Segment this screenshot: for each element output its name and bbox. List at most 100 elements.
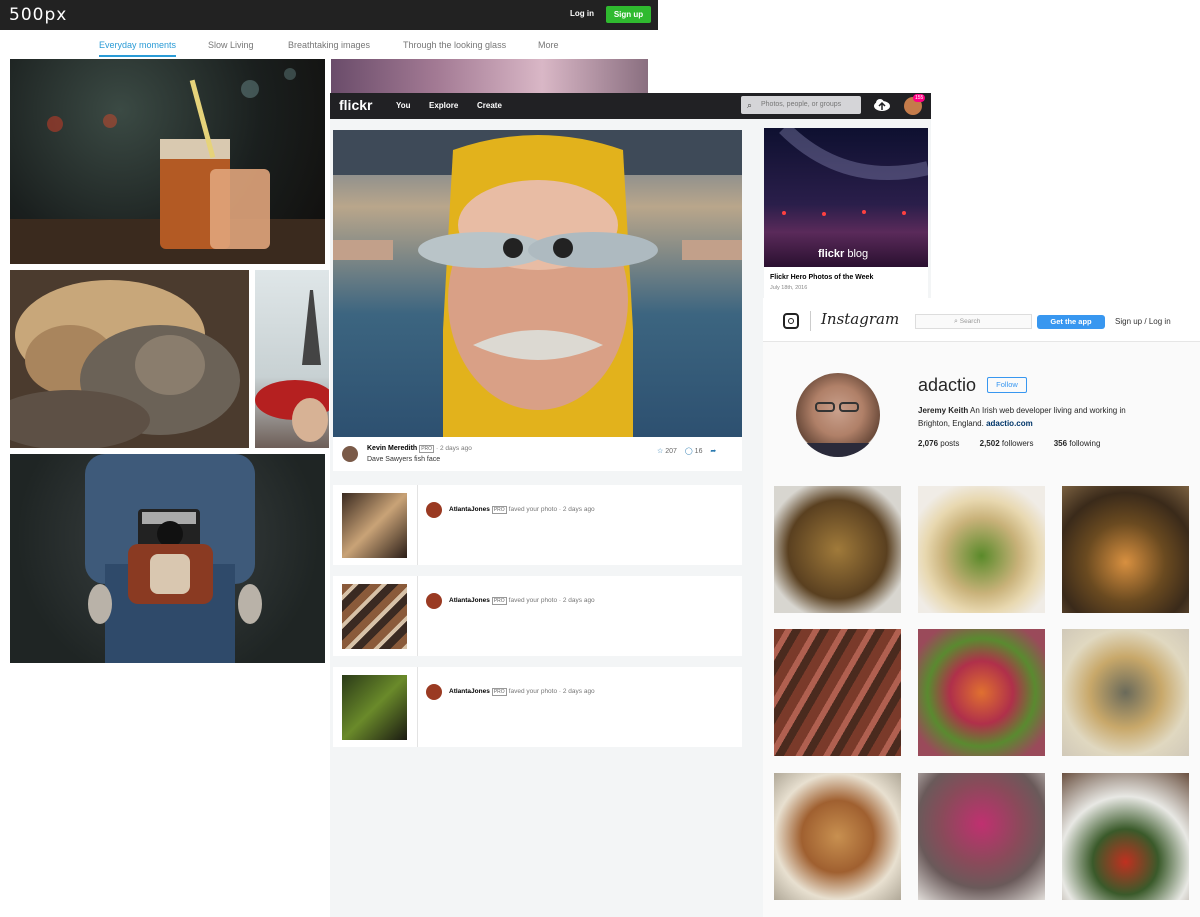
photo-paris[interactable] xyxy=(255,270,329,448)
activity-thumbnail[interactable] xyxy=(342,493,407,558)
grid-photo[interactable] xyxy=(918,773,1045,900)
activity-desc: faved your photo · 2 days ago xyxy=(508,688,595,695)
row-divider xyxy=(417,576,418,656)
login-link[interactable]: Log in xyxy=(570,9,594,18)
grid-photo[interactable] xyxy=(774,773,901,900)
activity-row: AtlantaJones PRO faved your photo · 2 days… xyxy=(333,485,742,565)
500px-category-tabs: Everyday moments Slow Living Breathtakin… xyxy=(0,38,658,60)
fave-count: 207 xyxy=(665,448,677,455)
instagram-window: Instagram ⌕ Search Get the app Sign up /… xyxy=(763,298,1200,917)
photo-fish-face[interactable] xyxy=(333,130,742,437)
login-link[interactable]: Log in xyxy=(1149,317,1171,326)
pro-badge: PRO xyxy=(491,597,507,605)
search-icon: ⌕ xyxy=(747,100,753,110)
activity-text: AtlantaJones PRO faved your photo · 2 days… xyxy=(449,597,595,605)
profile-username: adactio xyxy=(918,375,977,395)
instagram-search-input[interactable]: ⌕ Search xyxy=(915,314,1032,329)
activity-row: AtlantaJones PRO faved your photo · 2 days… xyxy=(333,667,742,747)
pro-badge: PRO xyxy=(491,506,507,514)
profile-full-name: Jeremy Keith xyxy=(918,406,969,415)
500px-logo[interactable]: 500px xyxy=(9,5,67,25)
activity-user[interactable]: AtlantaJones xyxy=(449,688,490,695)
user-avatar[interactable] xyxy=(426,502,442,518)
activity-user[interactable]: AtlantaJones xyxy=(449,597,490,604)
blog-title[interactable]: Flickr Hero Photos of the Week xyxy=(770,274,873,281)
author-name[interactable]: Kevin Meredith xyxy=(367,445,417,452)
activity-text: AtlantaJones PRO faved your photo · 2 days… xyxy=(449,506,595,514)
posts-stat[interactable]: 2,076 posts xyxy=(918,439,959,448)
notification-badge[interactable]: 155 xyxy=(913,94,926,102)
get-app-button[interactable]: Get the app xyxy=(1037,315,1105,329)
tab-breathtaking-images[interactable]: Breathtaking images xyxy=(288,40,370,50)
tab-more[interactable]: More xyxy=(538,40,559,50)
instagram-logo[interactable]: Instagram xyxy=(821,310,899,328)
grid-photo[interactable] xyxy=(774,486,901,613)
photo-drinks[interactable] xyxy=(10,59,325,264)
signup-button[interactable]: Sign up xyxy=(606,6,651,23)
activity-user[interactable]: AtlantaJones xyxy=(449,506,490,513)
grid-photo[interactable] xyxy=(918,629,1045,756)
post-actions: ☆ 207 ◯ 16 ➦ xyxy=(657,447,716,455)
activity-thumbnail[interactable] xyxy=(342,584,407,649)
post-time: · 2 days ago xyxy=(436,445,472,452)
follow-button[interactable]: Follow xyxy=(987,377,1027,393)
instagram-header: Instagram ⌕ Search Get the app Sign up /… xyxy=(763,298,1200,342)
blog-card[interactable]: flickr blog Flickr Hero Photos of the We… xyxy=(764,128,928,298)
comment-count: 16 xyxy=(694,448,703,455)
activity-row: AtlantaJones PRO faved your photo · 2 days… xyxy=(333,576,742,656)
flickr-search-placeholder: Photos, people, or groups xyxy=(761,101,842,108)
pro-badge: PRO xyxy=(419,445,435,453)
profile-stats: 2,076 posts 2,502 followers 356 followin… xyxy=(918,439,1100,448)
nav-explore[interactable]: Explore xyxy=(429,101,458,110)
tab-slow-living[interactable]: Slow Living xyxy=(208,40,254,50)
activity-desc: faved your photo · 2 days ago xyxy=(508,506,595,513)
profile-avatar[interactable] xyxy=(796,373,880,457)
share-icon[interactable]: ➦ xyxy=(710,448,716,455)
auth-separator: / xyxy=(1144,317,1147,326)
flickr-blog-logo: flickr blog xyxy=(818,248,869,260)
profile-link[interactable]: adactio.com xyxy=(986,419,1033,428)
photo-flowers[interactable] xyxy=(331,59,648,94)
500px-topbar: 500px Log in Sign up xyxy=(0,0,658,30)
user-avatar[interactable] xyxy=(426,593,442,609)
nav-create[interactable]: Create xyxy=(477,101,502,110)
upload-cloud-icon[interactable] xyxy=(873,98,891,112)
flickr-topbar: flickr You Explore Create ⌕ Photos, peop… xyxy=(330,93,931,119)
activity-thumbnail[interactable] xyxy=(342,675,407,740)
feed-card: Kevin Meredith PRO · 2 days ago Dave Sawye… xyxy=(333,130,742,471)
nav-you[interactable]: You xyxy=(396,101,411,110)
instagram-search-placeholder: Search xyxy=(959,318,981,325)
activity-desc: faved your photo · 2 days ago xyxy=(508,597,595,604)
tab-everyday-moments[interactable]: Everyday moments xyxy=(99,40,177,57)
signup-link[interactable]: Sign up xyxy=(1115,317,1142,326)
grid-photo[interactable] xyxy=(918,486,1045,613)
star-icon[interactable]: ☆ xyxy=(657,448,663,455)
photo-caption[interactable]: Dave Sawyers fish face xyxy=(367,456,440,463)
instagram-camera-icon[interactable] xyxy=(783,313,799,329)
pro-badge: PRO xyxy=(491,688,507,696)
logo-divider xyxy=(810,311,811,331)
tab-through-the-looking-glass[interactable]: Through the looking glass xyxy=(403,40,506,50)
photo-camera-person[interactable] xyxy=(10,454,325,663)
grid-photo[interactable] xyxy=(1062,773,1189,900)
flickr-logo[interactable]: flickr xyxy=(339,97,372,113)
grid-photo[interactable] xyxy=(1062,629,1189,756)
comment-icon[interactable]: ◯ xyxy=(685,448,693,455)
photo-dog-and-cat[interactable] xyxy=(10,270,249,448)
grid-photo[interactable] xyxy=(1062,486,1189,613)
blog-photo-milky-way[interactable]: flickr blog xyxy=(764,128,928,267)
blog-date: July 18th, 2016 xyxy=(770,285,808,291)
author-avatar[interactable] xyxy=(342,446,358,462)
grid-photo[interactable] xyxy=(774,629,901,756)
row-divider xyxy=(417,485,418,565)
user-avatar[interactable] xyxy=(426,684,442,700)
following-stat[interactable]: 356 following xyxy=(1054,439,1101,448)
profile-bio: Jeremy Keith An Irish web developer livi… xyxy=(918,404,1148,430)
post-meta: Kevin Meredith PRO · 2 days ago xyxy=(367,445,472,453)
activity-text: AtlantaJones PRO faved your photo · 2 days… xyxy=(449,688,595,696)
camera-lens xyxy=(788,318,794,324)
row-divider xyxy=(417,667,418,747)
flickr-search-input[interactable]: ⌕ Photos, people, or groups xyxy=(741,96,861,114)
followers-stat[interactable]: 2,502 followers xyxy=(980,439,1034,448)
auth-links: Sign up / Log in xyxy=(1115,317,1171,326)
